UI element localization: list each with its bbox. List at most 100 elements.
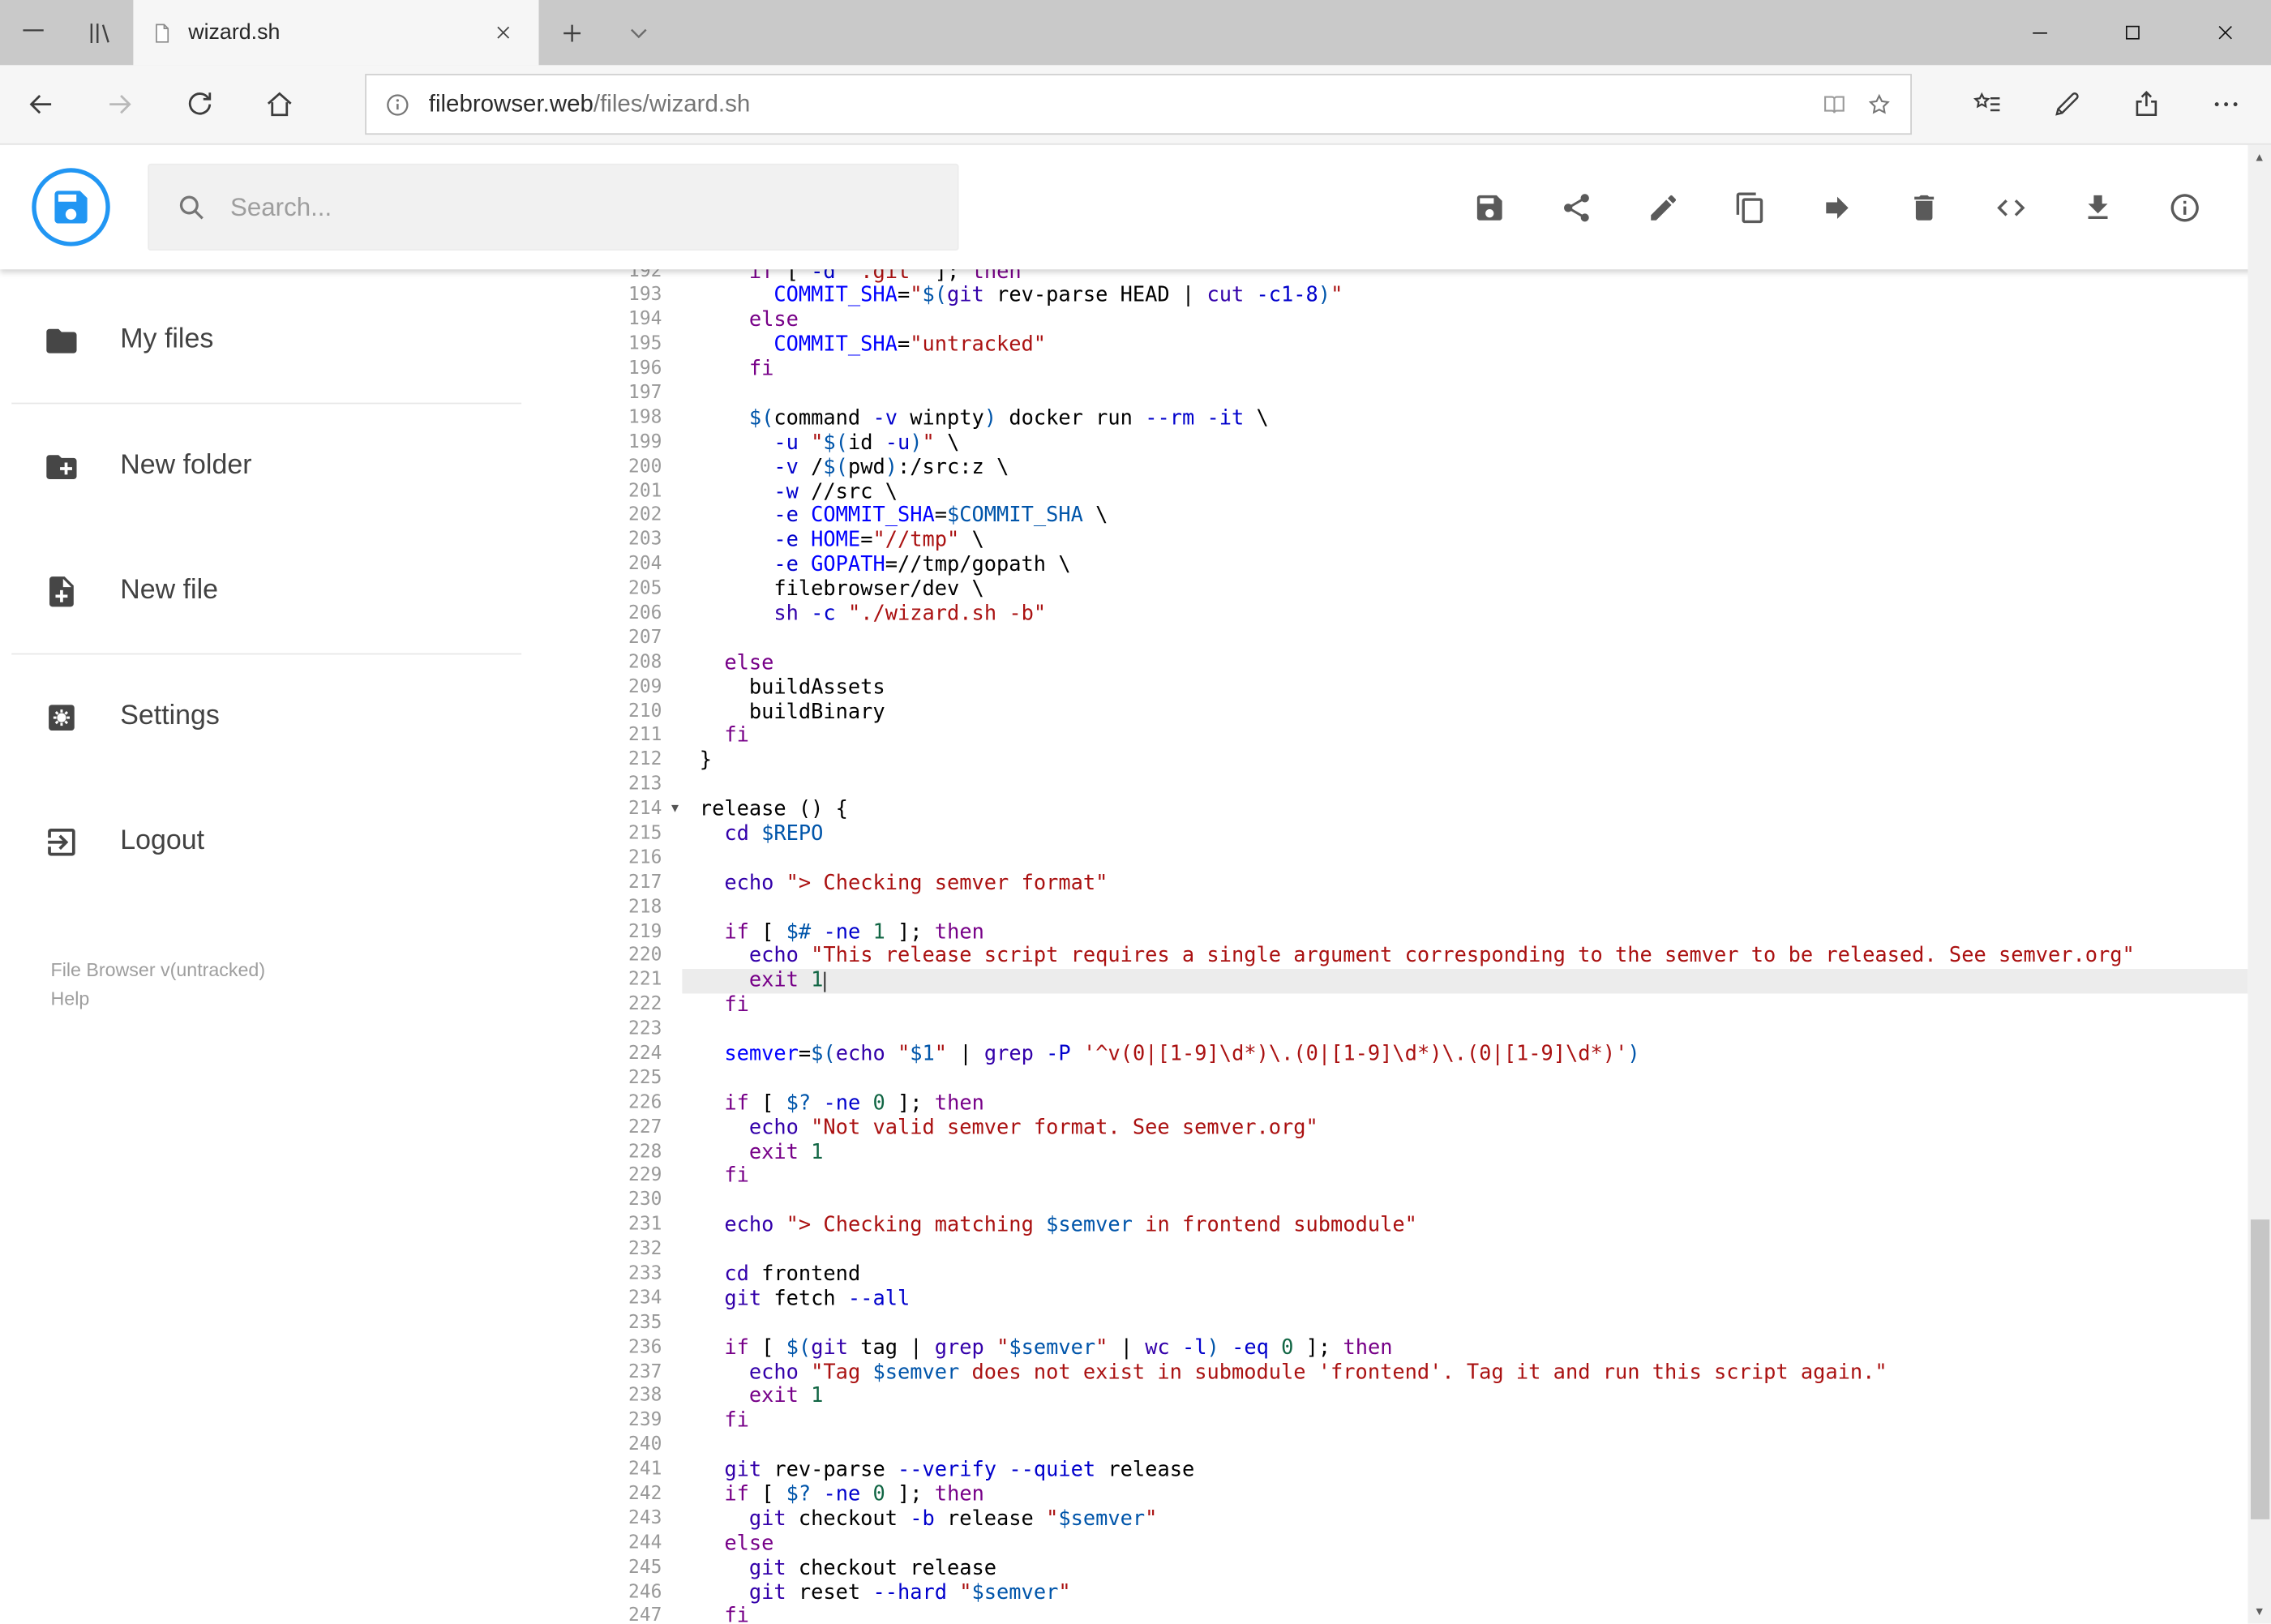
code-line[interactable]: 233 cd frontend bbox=[586, 1263, 2247, 1288]
code-line[interactable]: 237 echo "Tag $semver does not exist in … bbox=[586, 1360, 2247, 1385]
share-page-button[interactable] bbox=[2106, 64, 2185, 144]
tab-close-icon[interactable] bbox=[484, 14, 521, 51]
home-button[interactable] bbox=[239, 64, 319, 144]
scrollbar-thumb[interactable] bbox=[2250, 1219, 2269, 1519]
share-button[interactable] bbox=[1532, 164, 1619, 251]
code-line[interactable]: 226 if [ $? -ne 0 ]; then bbox=[586, 1092, 2247, 1116]
info-button[interactable] bbox=[2140, 164, 2227, 251]
settings-more-button[interactable] bbox=[2186, 64, 2265, 144]
reading-view-icon[interactable] bbox=[1820, 91, 1848, 118]
code-line[interactable]: 231 echo "> Checking matching $semver in… bbox=[586, 1214, 2247, 1238]
code-line[interactable]: 221 exit 1 bbox=[586, 969, 2248, 994]
refresh-button[interactable] bbox=[159, 64, 238, 144]
minimize-button[interactable] bbox=[1993, 0, 2085, 65]
code-line[interactable]: 230 bbox=[586, 1189, 2247, 1214]
code-line[interactable]: 197 bbox=[586, 383, 2247, 407]
code-line[interactable]: 247 fi bbox=[586, 1605, 2247, 1624]
code-line[interactable]: 225 bbox=[586, 1067, 2247, 1091]
sidebar-item-settings[interactable]: Settings bbox=[0, 654, 586, 779]
web-notes-button[interactable] bbox=[2026, 64, 2106, 144]
code-line[interactable]: 232 bbox=[586, 1239, 2247, 1263]
code-line[interactable]: 200 -v /$(pwd):/src:z \ bbox=[586, 456, 2247, 480]
code-line[interactable]: 211 fi bbox=[586, 725, 2247, 749]
rename-button[interactable] bbox=[1619, 164, 1706, 251]
code-line[interactable]: 223 bbox=[586, 1018, 2247, 1043]
download-button[interactable] bbox=[2054, 164, 2140, 251]
new-tab-button[interactable] bbox=[539, 0, 606, 65]
move-button[interactable] bbox=[1793, 164, 1880, 251]
code-line[interactable]: 209 buildAssets bbox=[586, 676, 2247, 701]
code-line[interactable]: 199 -u "$(id -u)" \ bbox=[586, 431, 2247, 456]
code-line[interactable]: 224 semver=$(echo "$1" | grep -P '^v(0|[… bbox=[586, 1043, 2247, 1067]
back-button[interactable] bbox=[0, 64, 79, 144]
tab-list-button[interactable] bbox=[606, 0, 672, 65]
code-line[interactable]: 203 -e HOME="//tmp" \ bbox=[586, 529, 2247, 554]
code-line[interactable]: 238 exit 1 bbox=[586, 1386, 2247, 1410]
favorites-hub-button[interactable] bbox=[1947, 64, 2026, 144]
code-line[interactable]: 240 bbox=[586, 1434, 2247, 1459]
code-line[interactable]: 194 else bbox=[586, 309, 2247, 333]
code-line[interactable]: 196 fi bbox=[586, 358, 2247, 382]
sidebar-item-logout[interactable]: Logout bbox=[0, 779, 586, 904]
code-line[interactable]: 222 fi bbox=[586, 994, 2247, 1018]
browser-tab[interactable]: wizard.sh bbox=[133, 0, 539, 66]
code-line[interactable]: 234 git fetch --all bbox=[586, 1288, 2247, 1312]
code-line[interactable]: 236 if [ $(git tag | grep "$semver" | wc… bbox=[586, 1336, 2247, 1360]
sidebar-item-my-files[interactable]: My files bbox=[0, 278, 586, 403]
code-line[interactable]: 208 else bbox=[586, 651, 2247, 675]
code-line[interactable]: 246 git reset --hard "$semver" bbox=[586, 1581, 2247, 1605]
code-editor[interactable]: 192 if [ -d ".git" ]; then 193 COMMIT_SHA… bbox=[586, 144, 2248, 1624]
save-button[interactable] bbox=[1446, 164, 1532, 251]
code-line[interactable]: 244 else bbox=[586, 1532, 2247, 1557]
code-view-button[interactable] bbox=[1967, 164, 2054, 251]
code-line[interactable]: 220 echo "This release script requires a… bbox=[586, 945, 2247, 969]
code-line[interactable]: 206 sh -c "./wizard.sh -b" bbox=[586, 602, 2247, 627]
code-line[interactable]: 217 echo "> Checking semver format" bbox=[586, 872, 2247, 896]
code-line[interactable]: 205 filebrowser/dev \ bbox=[586, 578, 2247, 602]
address-bar[interactable]: filebrowser.web/files/wizard.sh bbox=[365, 74, 1912, 135]
code-line[interactable]: 215 cd $REPO bbox=[586, 823, 2247, 847]
code-line[interactable]: 235 bbox=[586, 1312, 2247, 1336]
scroll-down-arrow-icon[interactable]: ▼ bbox=[2247, 1600, 2271, 1624]
search-input[interactable] bbox=[230, 191, 932, 223]
code-line[interactable]: 241 git rev-parse --verify --quiet relea… bbox=[586, 1459, 2247, 1483]
forward-button[interactable] bbox=[79, 64, 159, 144]
code-line[interactable]: 229 fi bbox=[586, 1165, 2247, 1189]
code-line[interactable]: 212} bbox=[586, 749, 2247, 773]
code-line[interactable]: 210 buildBinary bbox=[586, 701, 2247, 725]
search-bar[interactable] bbox=[148, 163, 959, 251]
code-line[interactable]: 193 COMMIT_SHA="$(git rev-parse HEAD | c… bbox=[586, 285, 2247, 309]
delete-button[interactable] bbox=[1880, 164, 1967, 251]
show-tab-previews-button[interactable] bbox=[0, 0, 66, 65]
page-info-icon[interactable] bbox=[383, 91, 411, 118]
code-line[interactable]: 245 git checkout release bbox=[586, 1557, 2247, 1581]
filebrowser-logo[interactable] bbox=[32, 168, 110, 246]
help-link[interactable]: Help bbox=[51, 985, 266, 1014]
code-line[interactable]: 204 -e GOPATH=//tmp/gopath \ bbox=[586, 554, 2247, 578]
code-line[interactable]: 218 bbox=[586, 896, 2247, 920]
code-line[interactable]: 202 -e COMMIT_SHA=$COMMIT_SHA \ bbox=[586, 504, 2247, 529]
code-line[interactable]: 239 fi bbox=[586, 1410, 2247, 1434]
code-line[interactable]: 227 echo "Not valid semver format. See s… bbox=[586, 1116, 2247, 1141]
maximize-button[interactable] bbox=[2085, 0, 2178, 65]
code-line[interactable]: 243 git checkout -b release "$semver" bbox=[586, 1507, 2247, 1532]
code-line[interactable]: 219 if [ $# -ne 1 ]; then bbox=[586, 920, 2247, 945]
page-scrollbar[interactable]: ▲ ▼ bbox=[2247, 144, 2271, 1624]
set-tabs-aside-button[interactable] bbox=[66, 0, 133, 65]
copy-button[interactable] bbox=[1706, 164, 1793, 251]
code-line[interactable]: 242 if [ $? -ne 0 ]; then bbox=[586, 1483, 2247, 1507]
sidebar-item-new-folder[interactable]: New folder bbox=[0, 404, 586, 529]
code-line[interactable]: 214 ▾ release () { bbox=[586, 798, 2247, 822]
code-line[interactable]: 213 bbox=[586, 773, 2247, 798]
code-line[interactable]: 228 exit 1 bbox=[586, 1141, 2247, 1165]
fold-marker-icon[interactable]: ▾ bbox=[665, 798, 685, 822]
code-line[interactable]: 201 -w //src \ bbox=[586, 480, 2247, 504]
add-favorite-star-icon[interactable] bbox=[1866, 91, 1893, 118]
url-text[interactable]: filebrowser.web/files/wizard.sh bbox=[429, 91, 1803, 118]
sidebar-item-new-file[interactable]: New file bbox=[0, 529, 586, 653]
code-line[interactable]: 207 bbox=[586, 627, 2247, 651]
close-button[interactable] bbox=[2179, 0, 2271, 65]
code-line[interactable]: 195 COMMIT_SHA="untracked" bbox=[586, 333, 2247, 358]
scroll-up-arrow-icon[interactable]: ▲ bbox=[2247, 145, 2271, 169]
code-line[interactable]: 198 $(command -v winpty) docker run --rm… bbox=[586, 407, 2247, 431]
